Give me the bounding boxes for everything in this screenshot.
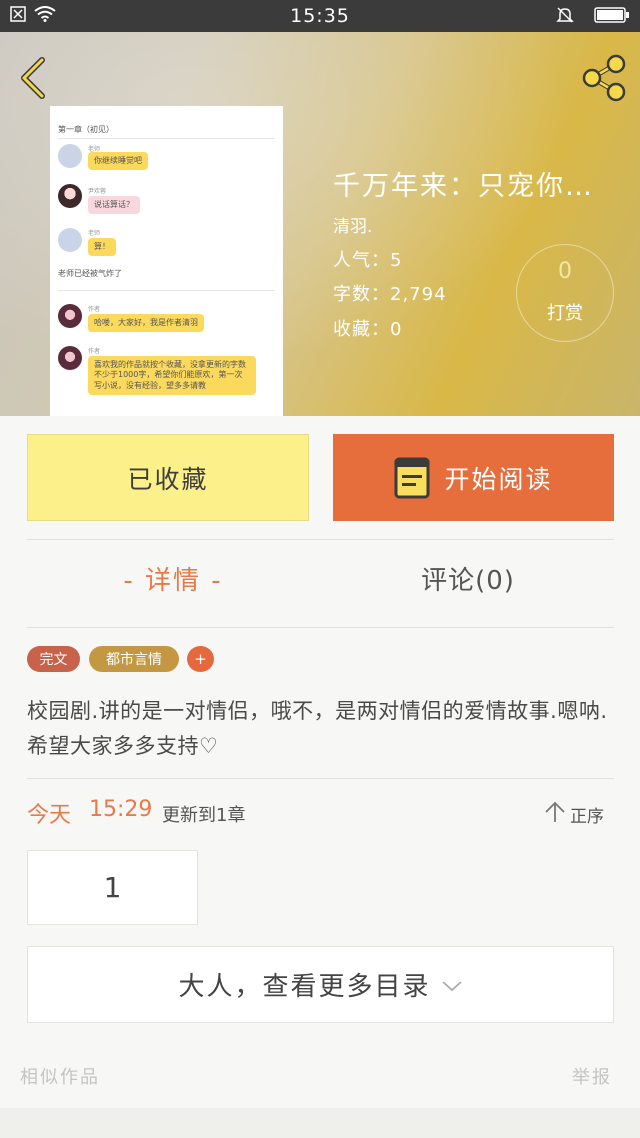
battery-icon [594, 6, 630, 28]
start-reading-label: 开始阅读 [444, 464, 553, 494]
cover-message: 说话算话？ [88, 196, 140, 215]
cover-avatar [58, 346, 82, 370]
book-cover[interactable]: 第一章（初见） 老师 你继续睡觉吧 尹欢蓉 说话算话？ 老师 算！ 老师已经被气… [50, 106, 283, 416]
update-text: 更新到1章 [162, 805, 246, 826]
tab-details[interactable]: - 详情 - [27, 560, 319, 597]
cover-avatar [58, 228, 82, 252]
cover-message: 喜欢我的作品就按个收藏，没拿更新的字数不少于1000字，希望你们能原欢，第一次写… [88, 356, 256, 396]
mute-bell-icon [556, 6, 574, 28]
divider [27, 778, 614, 779]
back-button[interactable] [14, 56, 54, 100]
favorites-stat: 收藏：0 [333, 319, 403, 340]
tip-label: 打赏 [547, 303, 583, 324]
similar-works-link[interactable]: 相似作品 [20, 1063, 100, 1089]
cover-sender: 老师 [88, 230, 101, 237]
collected-label: 已收藏 [127, 464, 209, 494]
popularity-stat: 人气：5 [333, 250, 403, 271]
chapter-item[interactable]: 1 [27, 850, 198, 925]
cover-chapter: 第一章（初见） [58, 125, 114, 134]
book-icon [394, 457, 430, 499]
cover-sender: 作者 [88, 306, 101, 313]
chevron-down-icon [441, 970, 463, 1000]
tip-button[interactable]: 0 打赏 [516, 244, 614, 342]
word-count-stat: 字数：2,794 [333, 284, 447, 305]
arrow-up-icon [544, 800, 566, 829]
cover-divider [58, 290, 275, 291]
cover-message: 哈喽，大家好，我是作者清羽 [88, 314, 204, 333]
share-button[interactable] [578, 52, 630, 104]
collected-button[interactable]: 已收藏 [27, 434, 309, 521]
cover-message: 你继续睡觉吧 [88, 152, 148, 171]
more-catalog-button[interactable]: 大人，查看更多目录 [27, 946, 614, 1023]
cover-sender: 尹欢蓉 [88, 188, 107, 195]
tab-comments[interactable]: 评论(0) [322, 560, 614, 597]
share-icon [582, 54, 626, 102]
cover-narration: 老师已经被气炸了 [58, 269, 122, 278]
tag-status[interactable]: 完文 [27, 646, 80, 672]
update-day: 今天 [27, 803, 72, 828]
add-tag-button[interactable]: + [187, 646, 214, 672]
divider [27, 539, 614, 540]
cover-divider [58, 138, 275, 139]
book-title: 千万年来：只宠你… [333, 171, 594, 202]
cover-avatar [58, 144, 82, 168]
book-header: 第一章（初见） 老师 你继续睡觉吧 尹欢蓉 说话算话？ 老师 算！ 老师已经被气… [0, 32, 640, 416]
divider [27, 627, 614, 628]
cover-avatar [58, 184, 82, 208]
cover-message: 算！ [88, 238, 116, 257]
tip-count: 0 [558, 259, 572, 284]
book-author[interactable]: 清羽. [333, 212, 372, 237]
status-bar: 15:35 [0, 0, 640, 32]
update-time: 15:29 [89, 797, 153, 822]
tag-genre[interactable]: 都市言情 [89, 646, 179, 672]
synopsis: 校园剧.讲的是一对情侣，哦不，是两对情侣的爱情故事.嗯呐.希望大家多多支持♡ [27, 699, 608, 758]
start-reading-button[interactable]: 开始阅读 [333, 434, 614, 521]
bottom-strip [0, 1108, 640, 1138]
sort-label: 正序 [570, 807, 604, 827]
cover-avatar [58, 304, 82, 328]
more-catalog-label: 大人，查看更多目录 [178, 972, 431, 1002]
status-time: 15:35 [290, 5, 350, 27]
chevron-left-icon [21, 57, 45, 99]
sort-order-button[interactable]: 正序 [544, 800, 604, 829]
report-link[interactable]: 举报 [572, 1063, 612, 1089]
cover-sender: 作者 [88, 348, 101, 355]
